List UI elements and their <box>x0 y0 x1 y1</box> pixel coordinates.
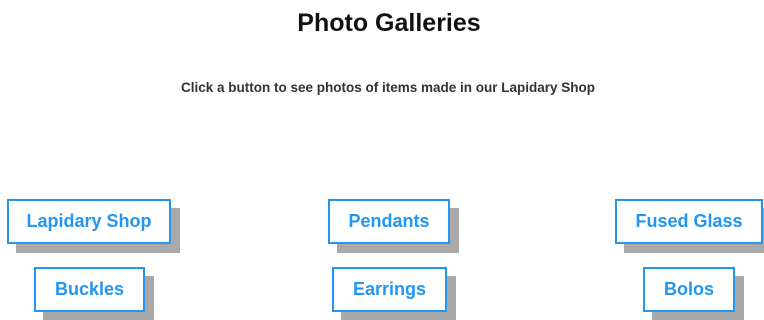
bolos-button[interactable]: Bolos <box>643 267 735 312</box>
buckles-button[interactable]: Buckles <box>34 267 145 312</box>
earrings-button[interactable]: Earrings <box>332 267 447 312</box>
intro-text: Click a button to see photos of items ma… <box>180 80 596 95</box>
lapidary-shop-button[interactable]: Lapidary Shop <box>7 199 171 244</box>
page-title: Photo Galleries <box>297 9 481 37</box>
fused-glass-button[interactable]: Fused Glass <box>615 199 763 244</box>
pendants-button[interactable]: Pendants <box>328 199 450 244</box>
